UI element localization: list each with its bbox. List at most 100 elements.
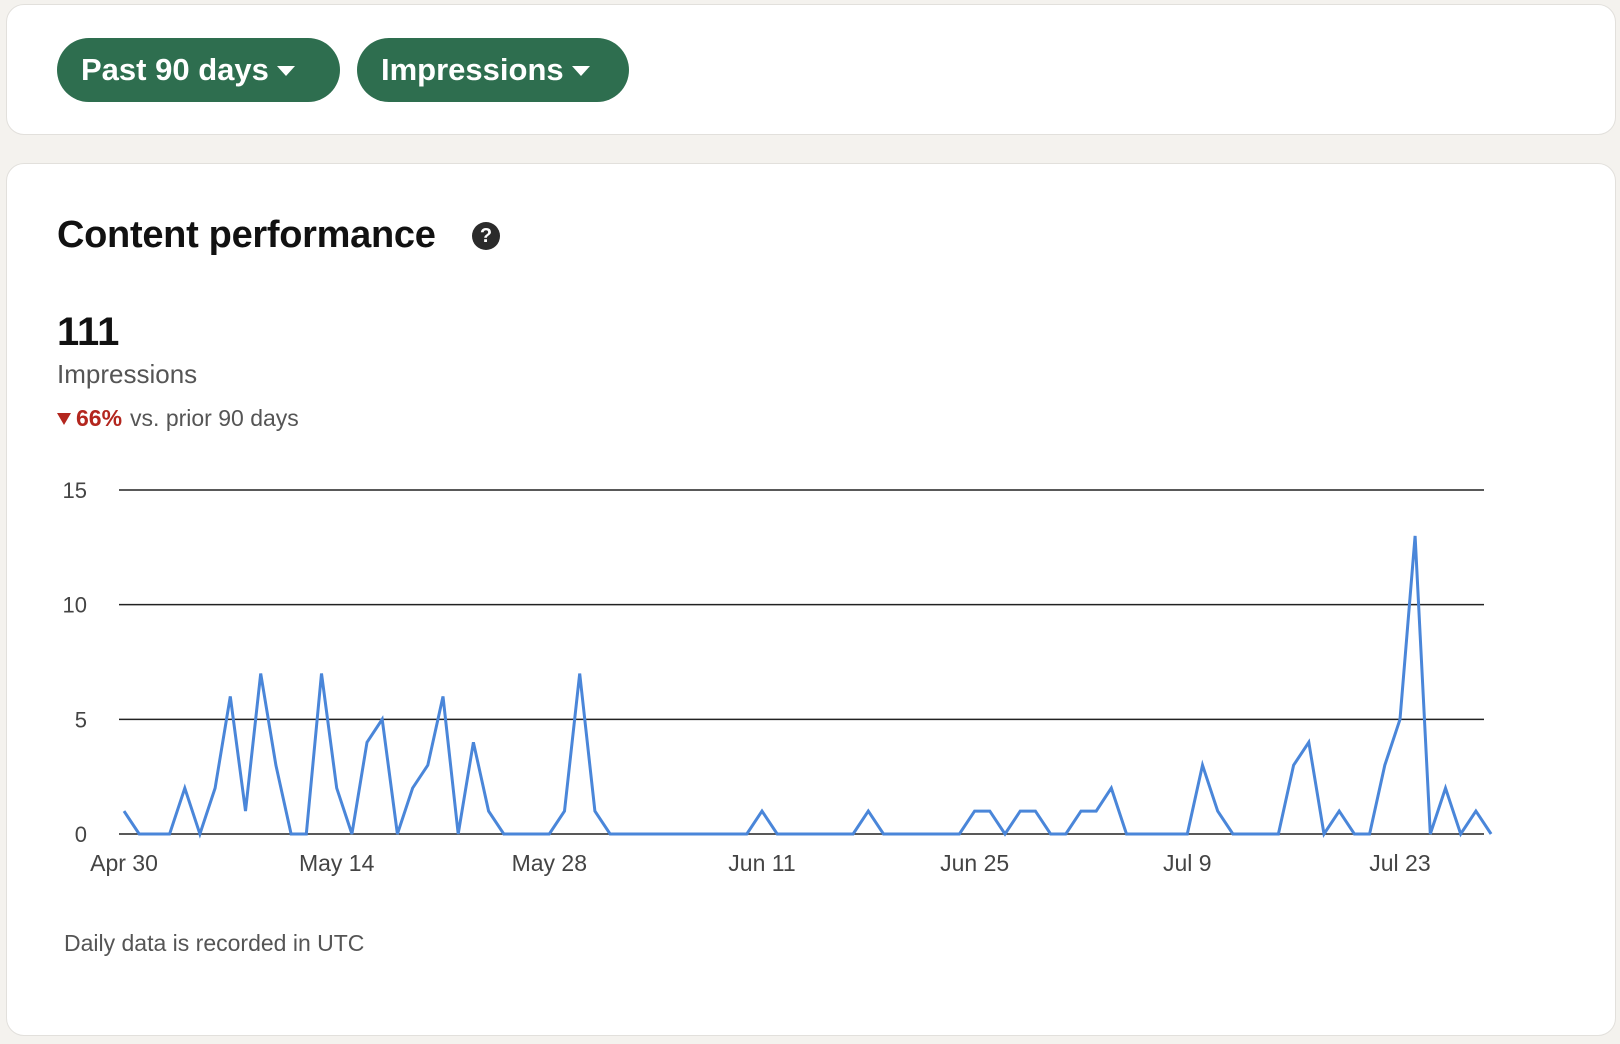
data-point[interactable]	[879, 829, 889, 839]
data-point[interactable]	[119, 806, 129, 816]
data-point[interactable]	[605, 829, 615, 839]
data-point[interactable]	[241, 806, 251, 816]
data-point[interactable]	[909, 829, 919, 839]
data-point[interactable]	[468, 737, 478, 747]
data-point[interactable]	[848, 829, 858, 839]
x-tick-label: May 14	[299, 850, 375, 876]
data-point[interactable]	[286, 829, 296, 839]
data-point[interactable]	[636, 829, 646, 839]
data-point[interactable]	[1441, 783, 1451, 793]
data-point[interactable]	[894, 829, 904, 839]
data-point[interactable]	[1015, 806, 1025, 816]
data-point[interactable]	[560, 806, 570, 816]
data-point[interactable]	[1380, 760, 1390, 770]
data-point[interactable]	[1137, 829, 1147, 839]
data-point[interactable]	[1258, 829, 1268, 839]
data-point[interactable]	[970, 806, 980, 816]
data-point[interactable]	[1061, 829, 1071, 839]
data-point[interactable]	[271, 760, 281, 770]
data-point[interactable]	[484, 806, 494, 816]
data-point[interactable]	[1076, 806, 1086, 816]
data-point[interactable]	[620, 829, 630, 839]
data-point[interactable]	[1030, 806, 1040, 816]
data-point[interactable]	[332, 783, 342, 793]
data-point[interactable]	[651, 829, 661, 839]
data-point[interactable]	[423, 760, 433, 770]
data-point[interactable]	[1213, 806, 1223, 816]
data-point[interactable]	[1122, 829, 1132, 839]
data-point[interactable]	[590, 806, 600, 816]
data-point[interactable]	[666, 829, 676, 839]
data-point[interactable]	[1425, 829, 1435, 839]
data-point[interactable]	[165, 829, 175, 839]
data-point[interactable]	[939, 829, 949, 839]
data-point[interactable]	[392, 829, 402, 839]
data-point[interactable]	[787, 829, 797, 839]
data-point[interactable]	[954, 829, 964, 839]
data-point[interactable]	[1152, 829, 1162, 839]
data-point[interactable]	[1106, 783, 1116, 793]
data-point[interactable]	[1091, 806, 1101, 816]
data-point[interactable]	[1410, 531, 1420, 541]
data-point[interactable]	[347, 829, 357, 839]
data-point[interactable]	[575, 669, 585, 679]
impressions-line-chart: 0 5 10 15 Apr 30 May 14 May 28 Jun 11 Jun 25 Jul …	[63, 478, 1496, 876]
caret-down-icon	[571, 66, 590, 76]
y-tick-label: 10	[63, 593, 87, 618]
data-point[interactable]	[1349, 829, 1359, 839]
data-point[interactable]	[1289, 760, 1299, 770]
data-point[interactable]	[1319, 829, 1329, 839]
data-point[interactable]	[544, 829, 554, 839]
data-point[interactable]	[863, 806, 873, 816]
data-point[interactable]	[453, 829, 463, 839]
data-point[interactable]	[1228, 829, 1238, 839]
data-point[interactable]	[1182, 829, 1192, 839]
data-point[interactable]	[772, 829, 782, 839]
data-point[interactable]	[1486, 829, 1496, 839]
data-point[interactable]	[727, 829, 737, 839]
data-point[interactable]	[1243, 829, 1253, 839]
data-point[interactable]	[985, 806, 995, 816]
data-point[interactable]	[317, 669, 327, 679]
data-point[interactable]	[362, 737, 372, 747]
data-point[interactable]	[210, 783, 220, 793]
data-point[interactable]	[681, 829, 691, 839]
data-point[interactable]	[499, 829, 509, 839]
data-point[interactable]	[1395, 714, 1405, 724]
date-range-dropdown[interactable]: Past 90 days	[57, 38, 340, 102]
data-point[interactable]	[1471, 806, 1481, 816]
data-point[interactable]	[1365, 829, 1375, 839]
data-point[interactable]	[696, 829, 706, 839]
data-point[interactable]	[195, 829, 205, 839]
data-point[interactable]	[1304, 737, 1314, 747]
data-point[interactable]	[818, 829, 828, 839]
data-point[interactable]	[514, 829, 524, 839]
data-point[interactable]	[1000, 829, 1010, 839]
data-point[interactable]	[1046, 829, 1056, 839]
y-tick-label: 0	[75, 822, 87, 847]
data-point[interactable]	[757, 806, 767, 816]
data-point[interactable]	[256, 669, 266, 679]
metric-dropdown[interactable]: Impressions	[357, 38, 629, 102]
data-point[interactable]	[711, 829, 721, 839]
data-point[interactable]	[1167, 829, 1177, 839]
data-point[interactable]	[408, 783, 418, 793]
data-point[interactable]	[438, 691, 448, 701]
data-point[interactable]	[1456, 829, 1466, 839]
data-point[interactable]	[833, 829, 843, 839]
data-point[interactable]	[529, 829, 539, 839]
data-point[interactable]	[377, 714, 387, 724]
data-point[interactable]	[1273, 829, 1283, 839]
data-point[interactable]	[180, 783, 190, 793]
data-point[interactable]	[301, 829, 311, 839]
data-point[interactable]	[225, 691, 235, 701]
data-point[interactable]	[1198, 760, 1208, 770]
utc-footnote: Daily data is recorded in UTC	[64, 930, 365, 956]
data-point[interactable]	[924, 829, 934, 839]
data-point[interactable]	[803, 829, 813, 839]
x-tick-label: Jul 9	[1163, 850, 1212, 876]
data-point[interactable]	[1334, 806, 1344, 816]
data-point[interactable]	[149, 829, 159, 839]
data-point[interactable]	[134, 829, 144, 839]
data-point[interactable]	[742, 829, 752, 839]
